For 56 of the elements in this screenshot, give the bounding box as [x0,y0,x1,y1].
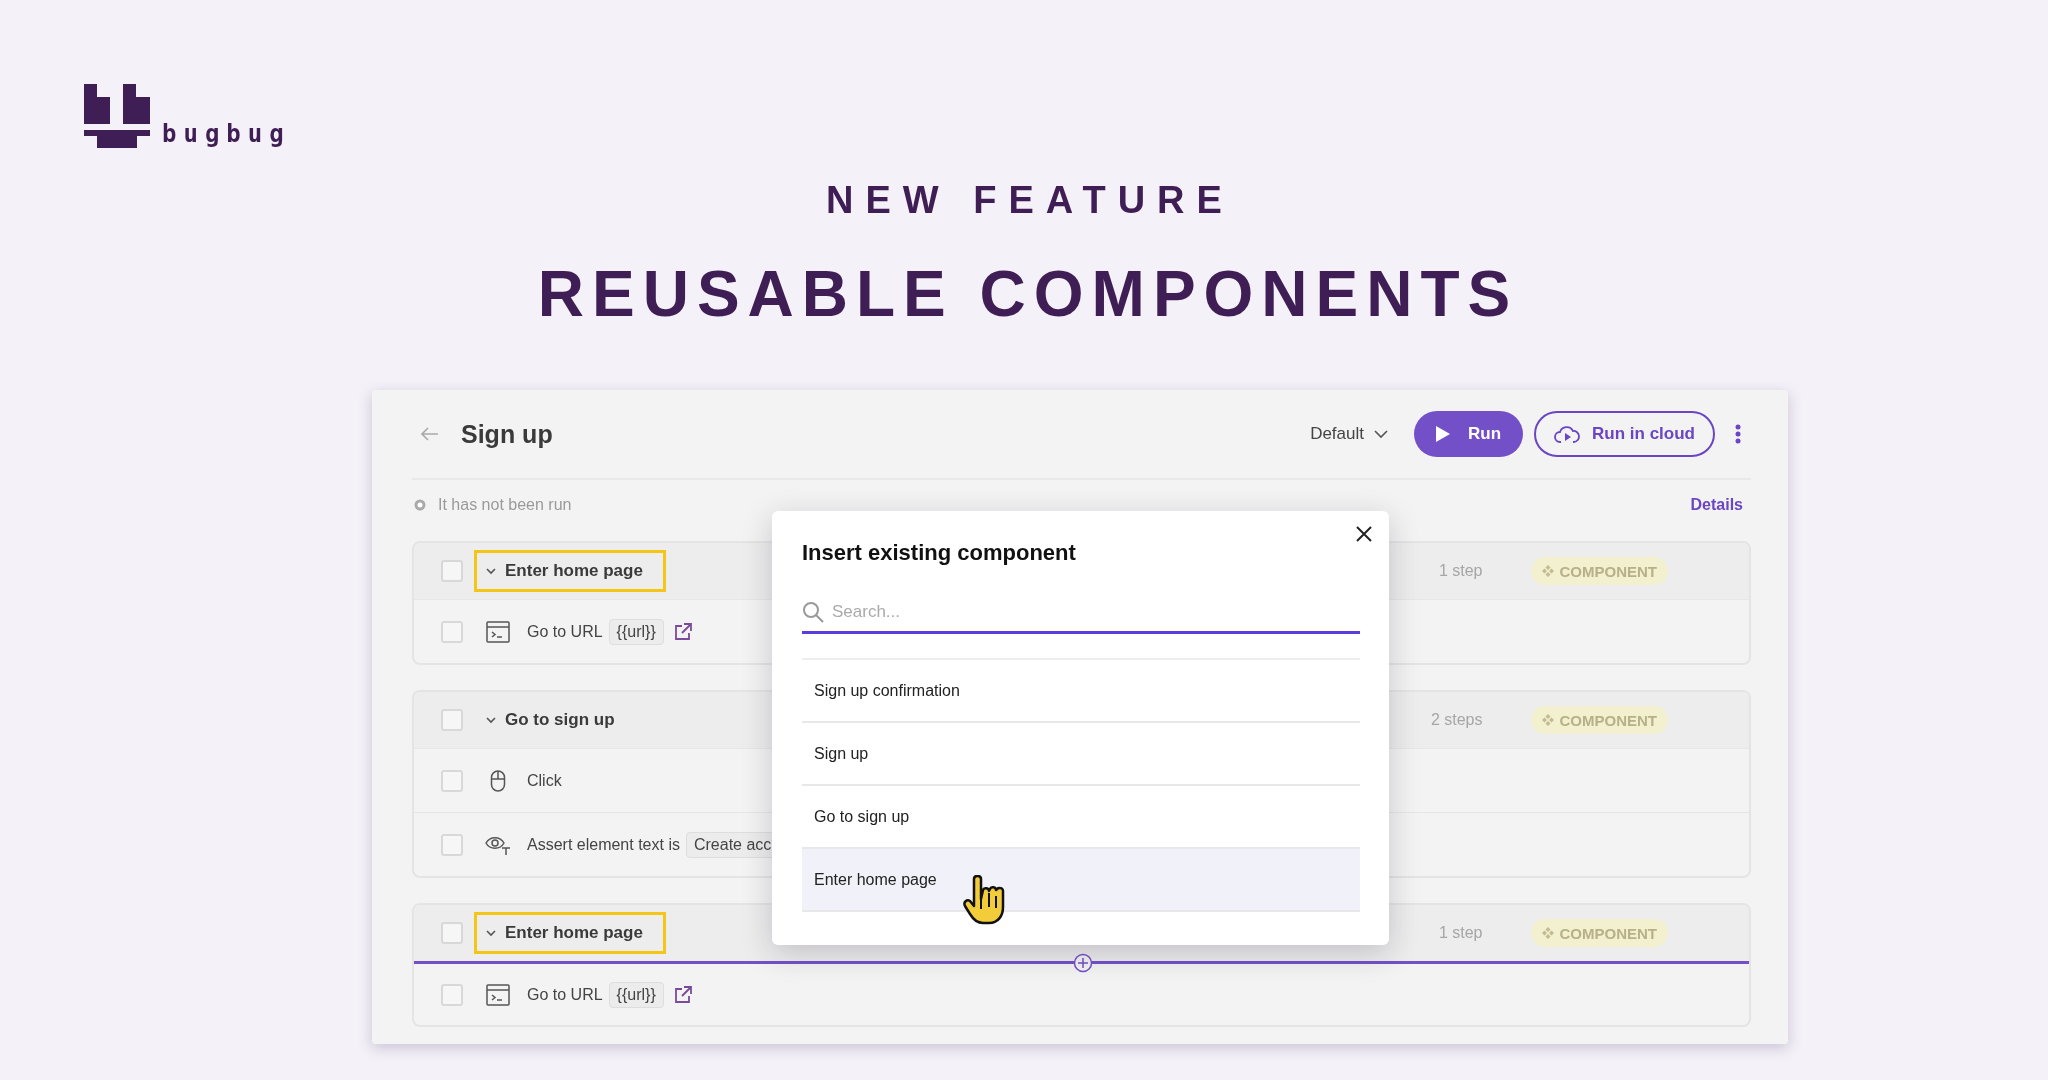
checkbox[interactable] [441,833,463,856]
mouse-icon [490,769,506,792]
component-badge: COMPONENT [1530,557,1668,585]
search-icon [802,601,824,623]
checkbox[interactable] [441,560,463,582]
step-label: Assert element text is [527,835,680,854]
chevron-icon[interactable] [485,929,497,937]
page-title: Sign up [461,419,553,449]
component-badge: COMPONENT [1530,919,1668,947]
variable-chip: {{url}} [608,618,664,645]
play-icon [1436,426,1450,442]
diamond-icon [1541,565,1554,577]
step-count: 1 step [1438,924,1483,942]
profile-dropdown[interactable]: Default [1310,424,1388,444]
variable-chip: {{url}} [608,981,664,1008]
chevron-icon[interactable] [485,567,497,575]
step-count: 2 steps [1430,711,1483,729]
component-badge: COMPONENT [1530,706,1668,734]
terminal-icon [486,983,510,1006]
diamond-icon [1541,927,1554,939]
plus-circle-icon[interactable] [1072,953,1093,973]
close-icon[interactable] [1355,525,1373,543]
kebab-menu-icon[interactable] [1735,424,1741,444]
details-link[interactable]: Details [1690,496,1743,514]
group-title: Enter home page [505,923,643,943]
checkbox[interactable] [441,983,463,1006]
dialog-title: Insert existing component [802,539,1077,567]
headline: REUSABLE COMPONENTS [537,258,1519,330]
step-count: 1 step [1438,562,1483,580]
run-button[interactable]: Run [1414,411,1524,457]
step-label: Click [527,771,562,790]
component-list-item[interactable]: Sign up confirmation [802,660,1360,723]
group-title: Enter home page [505,561,643,581]
search-field[interactable]: Search... [832,597,1360,627]
logo-mark-icon [84,84,150,148]
external-link-icon[interactable] [673,985,692,1004]
step-label: Go to URL [527,622,603,641]
run-in-cloud-button[interactable]: Run in cloud [1534,411,1715,457]
feature-label: NEW FEATURE [826,178,1234,222]
diamond-icon [1541,714,1554,726]
external-link-icon[interactable] [673,622,692,641]
chevron-down-icon [1374,429,1388,439]
run-status: It has not been run [438,496,572,514]
checkbox[interactable] [441,620,463,643]
checkbox[interactable] [441,709,463,731]
checkbox[interactable] [441,769,463,792]
group-title: Go to sign up [505,710,615,730]
step-label: Go to URL [527,985,603,1004]
terminal-icon [486,620,510,643]
logo-wordmark: bugbug [162,122,291,146]
cloud-icon [1554,424,1581,444]
component-list-item[interactable]: Sign up [802,723,1360,786]
component-list-item[interactable]: Enter home page [802,849,1360,912]
checkbox[interactable] [441,922,463,944]
chevron-icon[interactable] [485,716,497,724]
status-dot-icon [414,499,426,511]
